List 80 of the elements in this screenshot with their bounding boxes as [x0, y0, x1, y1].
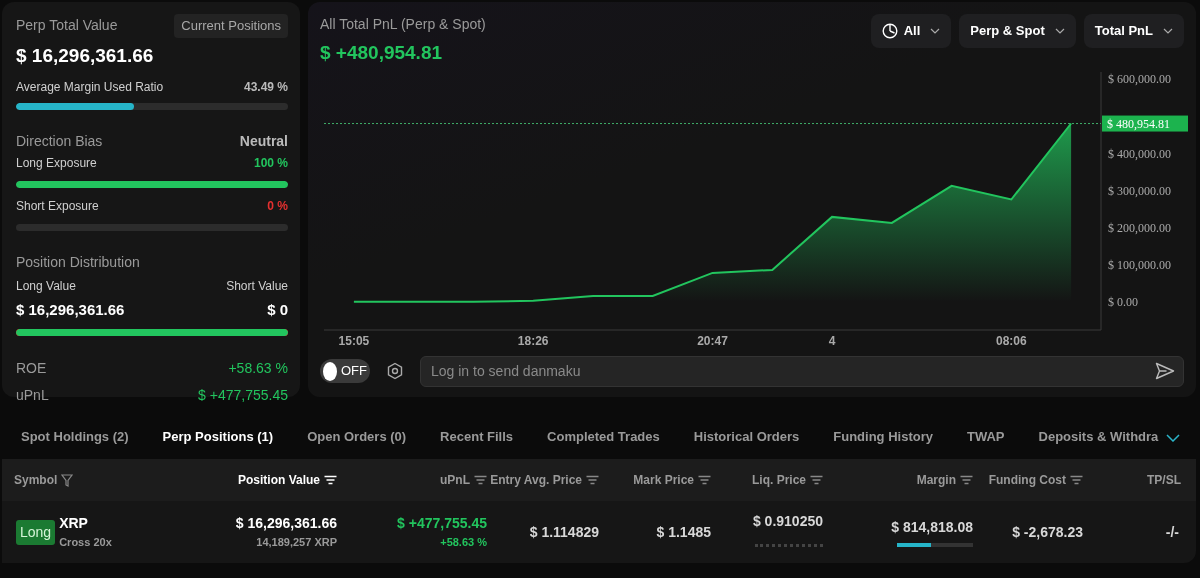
- table-cell-text: $ -2,678.23: [1011, 522, 1083, 542]
- x-tick-label: 20:47: [697, 333, 728, 348]
- section-title: Direction Bias: [16, 132, 103, 151]
- pnl-value: $ +480,954.81: [320, 41, 444, 65]
- view-button[interactable]: Current Positions: [174, 14, 288, 38]
- metric-label: Short Exposure: [16, 198, 99, 215]
- x-tick-label: 18:26: [517, 333, 549, 348]
- table-cell-text: $ +477,755.45: [396, 514, 487, 534]
- filter-dropdown[interactable]: Total PnL: [1083, 14, 1184, 48]
- column-header[interactable]: TP/SL: [1083, 471, 1183, 489]
- y-tick-label: $ 0.00: [1108, 294, 1138, 309]
- danmaku-toggle[interactable]: OFF: [320, 359, 370, 383]
- chart-title: All Total PnL (Perp & Spot): [320, 15, 486, 34]
- metric-label: ROE: [16, 358, 47, 378]
- side-badge: Long: [16, 519, 56, 545]
- table-cell-text: $ 1.1485: [655, 522, 711, 542]
- expand-icon[interactable]: [1166, 434, 1181, 442]
- column-header[interactable]: Entry Avg. Price: [487, 471, 599, 489]
- tab[interactable]: Spot Holdings (2): [21, 415, 129, 459]
- settings-icon[interactable]: [386, 362, 404, 380]
- metric-value: 100 %: [253, 155, 288, 172]
- filter-dropdown[interactable]: All: [870, 14, 952, 48]
- x-tick-label: 4: [828, 333, 836, 348]
- column-header[interactable]: uPnL: [337, 471, 487, 489]
- tab[interactable]: Open Orders (0): [307, 415, 407, 459]
- tab[interactable]: Historical Orders: [693, 415, 800, 459]
- metric-label: Average Margin Used Ratio: [16, 79, 164, 96]
- price-tag: $ 480,954.81: [1102, 115, 1188, 132]
- column-header[interactable]: Funding Cost: [973, 471, 1083, 489]
- tab[interactable]: TWAP: [966, 415, 1005, 459]
- filter-dropdown[interactable]: Perp & Spot: [959, 14, 1076, 48]
- y-tick-label: $ 100,000.00: [1108, 257, 1171, 272]
- danmaku-field[interactable]: Log in to send danmaku: [420, 355, 1184, 387]
- filter-icon[interactable]: [61, 473, 74, 487]
- clock-icon: [881, 22, 898, 39]
- ref-line-label: $ 480,954.81: [1107, 116, 1170, 131]
- leverage-text: Cross 20x: [59, 535, 112, 551]
- column-header[interactable]: Symbol: [2, 471, 202, 489]
- table-cell-text: 14,189,257 XRP: [255, 535, 337, 551]
- chevron-icon: [1054, 27, 1065, 34]
- tab[interactable]: Recent Fills: [440, 415, 514, 459]
- metric-label: Long Exposure: [16, 155, 97, 172]
- symbol-text: XRP: [59, 514, 89, 534]
- column-header[interactable]: Mark Price: [599, 471, 711, 489]
- column-header[interactable]: Position Value: [202, 471, 337, 489]
- metric-label: uPnL: [16, 385, 49, 405]
- total-value: $ 16,296,361.66: [16, 43, 155, 68]
- metric-value: 0 %: [267, 198, 288, 215]
- send-icon[interactable]: [1155, 362, 1175, 380]
- panel-title: Perp Total Value: [16, 16, 118, 36]
- y-tick-label: $ 600,000.00: [1108, 71, 1171, 86]
- y-tick-label: $ 300,000.00: [1108, 183, 1171, 198]
- tab[interactable]: Perp Positions (1): [162, 415, 274, 459]
- danmaku-input[interactable]: Log in to send danmaku: [429, 359, 1155, 383]
- tab[interactable]: Funding History: [833, 415, 933, 459]
- table-cell-text: -/-: [1164, 522, 1180, 542]
- tab[interactable]: Completed Trades: [547, 415, 660, 459]
- x-tick-label: 08:06: [996, 333, 1027, 348]
- column-header[interactable]: Liq. Price: [711, 471, 823, 489]
- x-tick-label: 15:05: [338, 333, 370, 348]
- y-tick-label: $ 200,000.00: [1108, 220, 1171, 235]
- bias-value: Neutral: [239, 132, 288, 151]
- metric-value: $ +477,755.45: [198, 385, 288, 405]
- table-cell-text: $ 1.114829: [528, 522, 599, 542]
- table-cell-text: +58.63 %: [439, 535, 487, 551]
- y-tick-label: $ 400,000.00: [1108, 146, 1171, 161]
- section-title: Position Distribution: [16, 254, 140, 270]
- table-cell-text: $ 0.910250: [751, 512, 823, 531]
- chevron-icon: [1163, 27, 1173, 34]
- column-header[interactable]: Margin: [823, 471, 973, 489]
- long-value: $ 16,296,361.66: [16, 300, 125, 320]
- metric-label: Short Value: [226, 278, 288, 295]
- table-cell-text: $ 16,296,361.66: [234, 514, 337, 534]
- short-value: $ 0: [267, 300, 288, 320]
- chevron-icon: [930, 27, 941, 34]
- tab[interactable]: Deposits & Withdra: [1038, 415, 1159, 459]
- metric-value: +58.63 %: [228, 358, 288, 378]
- metric-label: Long Value: [16, 278, 76, 295]
- table-cell-text: $ 814,818.08: [891, 518, 973, 537]
- metric-value: 43.49 %: [243, 79, 288, 96]
